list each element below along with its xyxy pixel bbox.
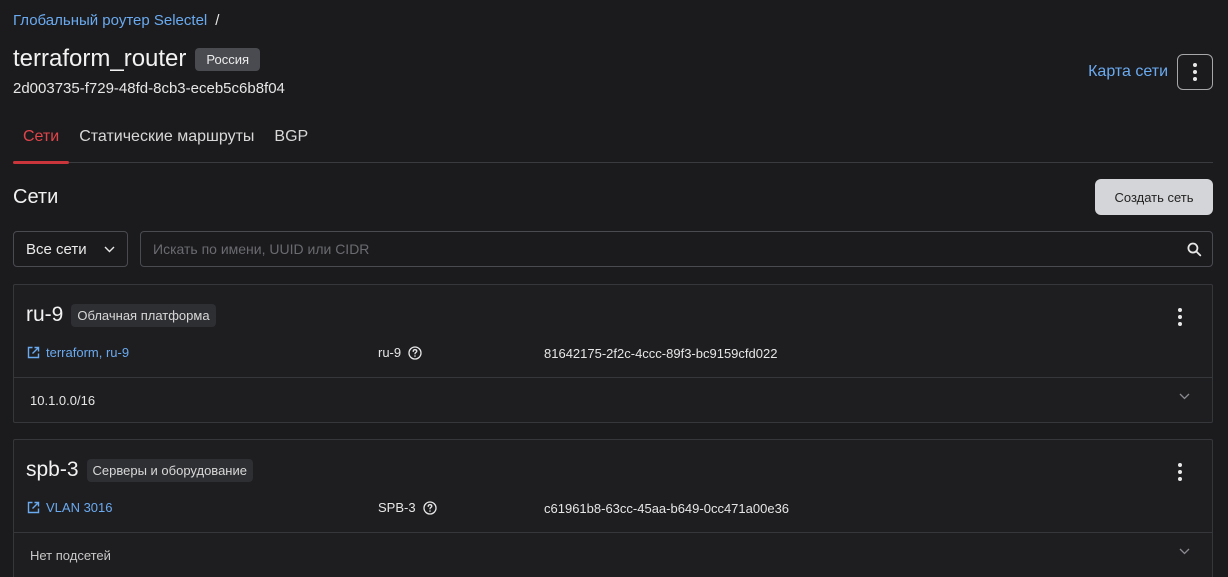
network-name-row: spb-3 Серверы и оборудование	[26, 458, 253, 482]
network-uuid: 81642175-2f2c-4ccc-89f3-bc9159cfd022	[544, 346, 778, 361]
network-map-link[interactable]: Карта сети	[1088, 63, 1168, 81]
region-badge: Россия	[195, 47, 261, 71]
filter-row: Все сети	[13, 231, 1213, 267]
tab-bgp[interactable]: BGP	[264, 112, 318, 163]
search-box	[140, 231, 1213, 267]
network-link-label: terraform, ru-9	[46, 345, 130, 360]
tab-networks[interactable]: Сети	[13, 112, 70, 164]
network-type-badge: Облачная платформа	[71, 303, 216, 327]
page: Глобальный роутер Selectel / terraform_r…	[0, 0, 1228, 577]
breadcrumb-separator: /	[215, 12, 220, 29]
external-link-icon	[27, 346, 40, 359]
kebab-vertical-icon	[1178, 463, 1182, 481]
chevron-down-icon[interactable]	[1179, 393, 1190, 400]
page-title: terraform_router	[13, 45, 187, 72]
kebab-vertical-icon	[1178, 308, 1182, 326]
subnet-cidr: 10.1.0.0/16	[30, 392, 96, 408]
breadcrumb: Глобальный роутер Selectel /	[13, 12, 219, 29]
network-name: spb-3	[26, 458, 79, 481]
tab-bar: Сети Статические маршруты BGP	[13, 112, 1213, 164]
network-zone: ru-9	[378, 345, 422, 360]
subnet-row[interactable]: Нет подсетей	[14, 533, 1212, 577]
subnet-row[interactable]: 10.1.0.0/16	[14, 378, 1212, 422]
network-zone-label: ru-9	[378, 345, 402, 360]
breadcrumb-global-router-link[interactable]: Глобальный роутер Selectel	[13, 12, 207, 29]
network-filter-select[interactable]: Все сети	[13, 231, 128, 267]
network-link[interactable]: terraform, ru-9	[27, 345, 129, 360]
tab-static-routes[interactable]: Статические маршруты	[69, 112, 264, 163]
network-zone: SPB-3	[378, 500, 437, 515]
network-filter-value: Все сети	[26, 240, 87, 258]
section-title: Сети	[13, 186, 59, 208]
header-actions: Карта сети	[1088, 54, 1213, 90]
help-circle-icon[interactable]	[422, 500, 437, 515]
search-input[interactable]	[153, 241, 1188, 257]
more-actions-button[interactable]	[1177, 54, 1213, 90]
network-name-row: ru-9 Облачная платформа	[26, 303, 216, 327]
network-uuid: c61961b8-63cc-45aa-b649-0cc471a00e36	[544, 501, 790, 516]
kebab-vertical-icon	[1193, 63, 1197, 81]
chevron-down-icon[interactable]	[1179, 548, 1190, 555]
subnet-empty-label: Нет подсетей	[30, 547, 111, 563]
network-card-header: ru-9 Облачная платформа terraform, ru-9 …	[14, 285, 1212, 378]
network-name: ru-9	[26, 303, 64, 326]
title-row: terraform_router Россия	[13, 45, 261, 73]
network-actions-button[interactable]	[1170, 460, 1190, 484]
router-uuid: 2d003735-f729-48fd-8cb3-eceb5c6b8f04	[13, 80, 285, 97]
network-type-badge: Серверы и оборудование	[86, 458, 253, 482]
network-card-header: spb-3 Серверы и оборудование VLAN 3016 S…	[14, 440, 1212, 533]
network-link[interactable]: VLAN 3016	[27, 500, 113, 515]
external-link-icon	[27, 501, 40, 514]
help-circle-icon[interactable]	[408, 345, 422, 360]
network-card: ru-9 Облачная платформа terraform, ru-9 …	[13, 284, 1213, 423]
create-network-button[interactable]: Создать сеть	[1095, 179, 1213, 215]
chevron-down-icon	[104, 246, 115, 252]
network-card: spb-3 Серверы и оборудование VLAN 3016 S…	[13, 439, 1213, 577]
network-actions-button[interactable]	[1170, 305, 1190, 329]
search-icon[interactable]	[1187, 242, 1202, 257]
network-zone-label: SPB-3	[378, 500, 416, 515]
network-link-label: VLAN 3016	[46, 500, 113, 515]
